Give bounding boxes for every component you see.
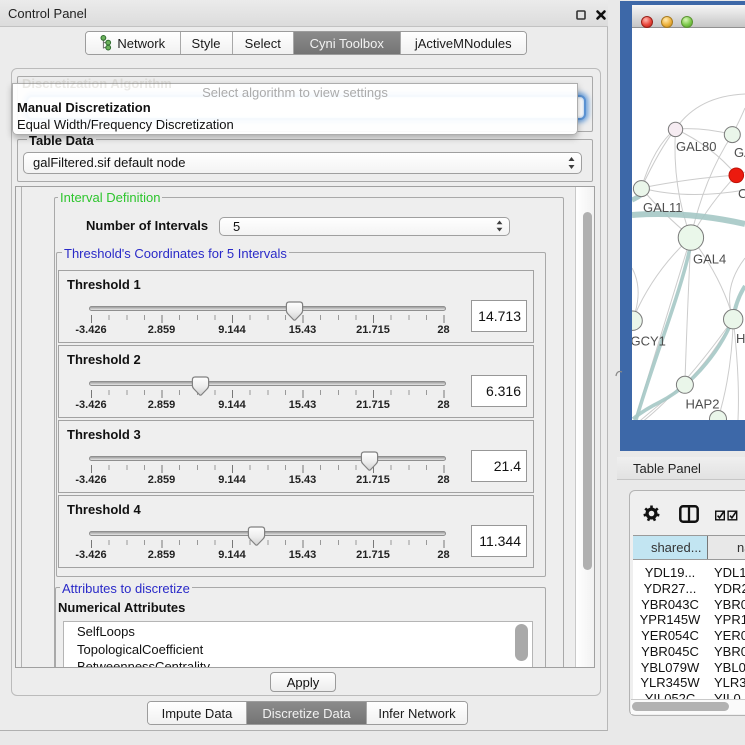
svg-text:GA: GA bbox=[734, 145, 745, 160]
svg-text:GAL11: GAL11 bbox=[643, 200, 683, 215]
svg-text:GAL80: GAL80 bbox=[676, 139, 716, 154]
svg-text:C: C bbox=[738, 186, 745, 201]
svg-text:HAP2: HAP2 bbox=[686, 397, 720, 412]
svg-text:GAL4: GAL4 bbox=[693, 252, 726, 267]
svg-text:H: H bbox=[736, 331, 745, 346]
svg-text:GCY1: GCY1 bbox=[632, 334, 666, 349]
